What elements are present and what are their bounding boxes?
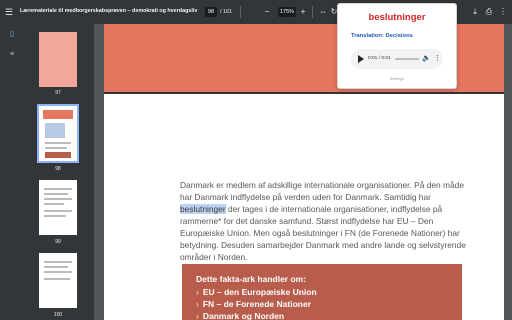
thumbnail-line — [44, 210, 72, 212]
bullet-icon: › — [196, 299, 199, 309]
highlighted-word[interactable]: beslutninger — [180, 204, 226, 214]
thumbnail-line — [45, 142, 71, 144]
thumbnail-line — [44, 198, 72, 200]
thumbnail-map — [45, 123, 65, 138]
menu-icon[interactable]: ☰ — [4, 6, 14, 18]
thumbnail-line — [44, 203, 64, 205]
popup-settings-link[interactable]: Settings — [338, 76, 456, 81]
thumbnail-line — [44, 278, 70, 280]
volume-icon[interactable]: 🔈 — [422, 54, 431, 63]
page-thumbnail-100[interactable] — [39, 253, 77, 308]
thumbnail-line — [44, 266, 68, 268]
page-thumbnail-98[interactable] — [37, 104, 79, 163]
document-title: Læremateriale til medborgerskabsprøven –… — [20, 8, 198, 14]
outline-icon[interactable]: ≡ — [7, 50, 17, 60]
page-divider — [104, 92, 504, 94]
thumbnail-line — [44, 215, 66, 217]
audio-player: 0:01 / 0:01 🔈 ⋮ — [351, 49, 443, 69]
more-icon[interactable]: ⋮ — [498, 7, 508, 17]
fact-box: Dette fakta-ark handler om: › EU – den Eu… — [182, 264, 462, 320]
zoom-input[interactable]: 175% — [278, 7, 296, 17]
page-thumbnail-99[interactable] — [39, 180, 77, 235]
thumbnail-line — [44, 271, 72, 273]
page-thumbnail-97[interactable] — [39, 32, 77, 87]
toolbar-divider — [312, 6, 313, 18]
fact-item: › Danmark og Norden — [196, 311, 284, 320]
thumbnail-number: 97 — [55, 90, 61, 96]
thumbnail-line — [44, 261, 72, 263]
fact-item: › FN – de Forenede Nationer — [196, 299, 311, 309]
thumbnail-number: 99 — [55, 239, 61, 245]
zoom-out-icon[interactable]: − — [262, 7, 272, 17]
popup-translation: Translation: Decisions — [351, 33, 413, 39]
zoom-in-icon[interactable]: + — [298, 7, 308, 17]
bullet-icon: › — [196, 287, 199, 297]
audio-progress-bar[interactable] — [395, 58, 419, 60]
fact-item-label: FN – de Forenede Nationer — [202, 299, 312, 309]
popup-word: beslutninger — [368, 12, 426, 23]
download-icon[interactable]: ⤓ — [470, 7, 480, 17]
fact-item-label: Danmark og Norden — [202, 311, 285, 320]
thumbnails-icon[interactable]: ▯ — [7, 30, 17, 40]
sidebar: ▯ ≡ — [0, 24, 24, 320]
thumbnail-number: 100 — [53, 312, 63, 318]
fact-box-title: Dette fakta-ark handler om: — [196, 274, 307, 284]
translation-popup: beslutninger Translation: Decisions 0:01… — [337, 3, 457, 89]
play-icon[interactable] — [358, 55, 364, 63]
page-number-input[interactable]: 98 — [205, 7, 217, 17]
more-icon[interactable]: ⋮ — [434, 54, 441, 63]
page-total: / 161 — [220, 9, 233, 15]
thumbnail-line — [44, 193, 68, 195]
fit-page-icon[interactable]: ⇔ — [318, 7, 328, 17]
toolbar-divider — [240, 6, 241, 18]
fact-item-label: EU – den Europæiske Union — [202, 287, 317, 297]
print-icon[interactable]: ⎙ — [484, 7, 494, 17]
text-before: Danmark er medlem af adskillige internat… — [180, 180, 464, 202]
thumbnail-number: 98 — [55, 166, 61, 172]
thumbnail-line — [44, 188, 72, 190]
audio-time: 0:01 / 0:01 — [368, 56, 391, 61]
fact-item: › EU – den Europæiske Union — [196, 287, 317, 297]
bullet-icon: › — [196, 311, 199, 320]
body-paragraph: Danmark er medlem af adskillige internat… — [180, 179, 474, 263]
thumbnail-panel: 97 98 99 100 — [24, 24, 94, 320]
thumbnail-line — [45, 147, 67, 149]
thumbnail-header — [43, 110, 73, 119]
thumbnail-box — [45, 152, 71, 158]
